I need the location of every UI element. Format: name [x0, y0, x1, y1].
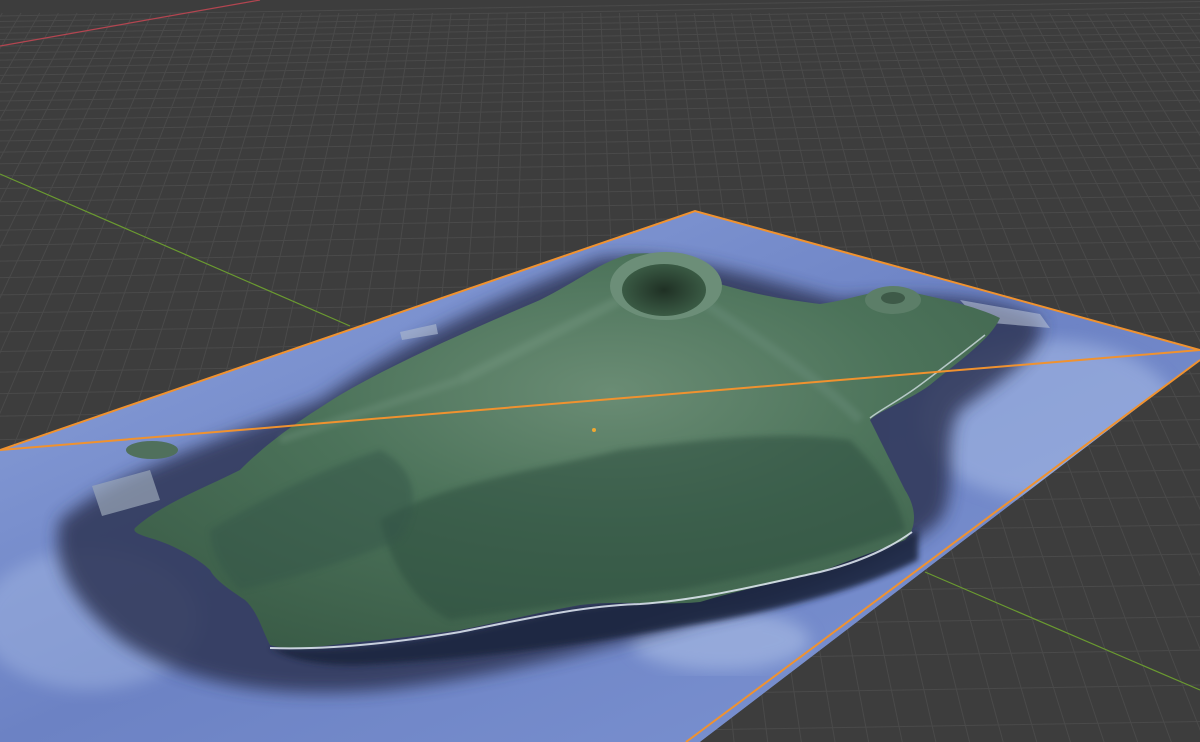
grid-line: [0, 12, 1200, 34]
grid-line: [0, 71, 1200, 93]
grid-line: [0, 99, 1200, 121]
grid-line: [1179, 12, 1200, 43]
grid-line: [0, 224, 1200, 246]
grid-line: [0, 63, 1200, 85]
volcano-crater: [622, 264, 706, 316]
grid-line: [0, 168, 1200, 190]
grid-line: [0, 155, 1200, 177]
grid-line: [0, 80, 1200, 102]
x-axis-line: [0, 0, 261, 47]
grid-line: [0, 54, 1200, 76]
y-axis-line-far: [924, 571, 1200, 691]
secondary-peak-crater: [881, 292, 905, 304]
grid-line: [0, 1, 1200, 22]
3d-viewport[interactable]: [0, 0, 1200, 742]
object-origin[interactable]: [592, 428, 596, 432]
viewport-scene[interactable]: [0, 0, 1200, 742]
islet: [126, 441, 178, 459]
grid-line: [0, 89, 1200, 111]
grid-line: [0, 120, 1200, 142]
grid-line: [0, 6, 1200, 28]
